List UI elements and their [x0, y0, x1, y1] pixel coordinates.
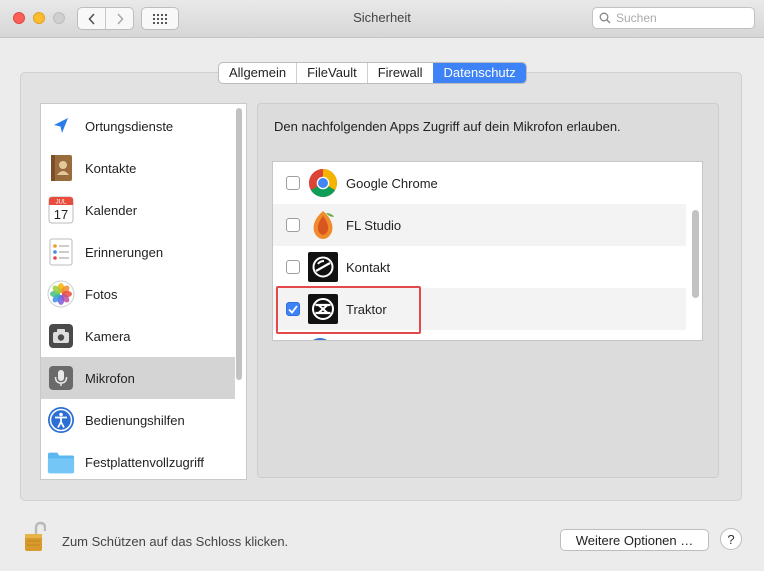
- sidebar-item-kontakte[interactable]: Kontakte: [41, 147, 235, 189]
- list-item[interactable]: [273, 330, 686, 340]
- sidebar-item-kamera[interactable]: Kamera: [41, 315, 235, 357]
- camera-icon: [47, 322, 75, 350]
- svg-text:17: 17: [54, 207, 68, 222]
- sidebar-item-bedienungshilfen[interactable]: Bedienungshilfen: [41, 399, 235, 441]
- sidebar-item-label: Erinnerungen: [85, 244, 164, 260]
- tab-filevault[interactable]: FileVault: [296, 63, 367, 83]
- checkmark-icon: [288, 304, 298, 314]
- sidebar-item-fotos[interactable]: Fotos: [41, 273, 235, 315]
- app-row-google-chrome[interactable]: Google Chrome: [273, 162, 686, 204]
- app-label: Kontakt: [346, 259, 391, 275]
- sidebar-item-festplattenvollzugriff[interactable]: Festplattenvollzugriff: [41, 441, 235, 479]
- calendar-icon: JUL 17: [47, 196, 75, 224]
- sidebar-item-label: Ortungsdienste: [85, 118, 174, 134]
- chrome-checkbox[interactable]: [286, 176, 300, 190]
- sidebar-item-ortungsdienste[interactable]: Ortungsdienste: [41, 105, 235, 147]
- app-permission-list: Google Chrome FL Studio Kontakt Traktor: [272, 161, 703, 341]
- fl-studio-checkbox[interactable]: [286, 218, 300, 232]
- sidebar-item-label: Kalender: [85, 202, 138, 218]
- sidebar-item-label: Bedienungshilfen: [85, 412, 185, 428]
- microphone-icon: [47, 364, 75, 392]
- app-label: FL Studio: [346, 217, 402, 233]
- accessibility-icon: [47, 406, 75, 434]
- app-row-fl-studio[interactable]: FL Studio: [273, 204, 686, 246]
- location-icon: [47, 112, 75, 140]
- sidebar-item-mikrofon[interactable]: Mikrofon: [41, 357, 235, 399]
- lock-icon[interactable]: [24, 521, 47, 553]
- tab-bar: Allgemein FileVault Firewall Datenschutz: [218, 62, 527, 84]
- kontakt-icon: [307, 251, 339, 283]
- sidebar-item-label: Mikrofon: [85, 370, 135, 386]
- app-label: Google Chrome: [346, 175, 438, 191]
- sidebar-item-kalender[interactable]: JUL 17 Kalender: [41, 189, 235, 231]
- search-placeholder: Suchen: [616, 11, 657, 25]
- svg-text:JUL: JUL: [56, 200, 67, 206]
- traktor-checkbox[interactable]: [286, 302, 300, 316]
- reminders-icon: [47, 238, 75, 266]
- kontakt-checkbox[interactable]: [286, 260, 300, 274]
- sidebar-item-label: Fotos: [85, 286, 118, 302]
- folder-icon: [47, 448, 75, 476]
- traktor-icon: [307, 293, 339, 325]
- sidebar-item-label: Kontakte: [85, 160, 137, 176]
- privacy-category-list: Ortungsdienste Kontakte JUL 17 Kalender E…: [40, 103, 247, 480]
- contacts-icon: [47, 154, 75, 182]
- app-list-scrollbar[interactable]: [692, 210, 699, 298]
- lock-hint-text: Zum Schützen auf das Schloss klicken.: [62, 534, 289, 549]
- search-icon: [599, 12, 611, 24]
- title-bar: Sicherheit Suchen: [0, 0, 764, 38]
- sidebar-scrollbar[interactable]: [236, 108, 242, 380]
- app-label: Traktor: [346, 301, 387, 317]
- sidebar-item-label: Festplattenvollzugriff: [85, 454, 204, 470]
- sidebar-item-label: Kamera: [85, 328, 131, 344]
- app-row-kontakt[interactable]: Kontakt: [273, 246, 686, 288]
- more-options-button[interactable]: Weitere Optionen …: [560, 529, 709, 551]
- tab-firewall[interactable]: Firewall: [366, 63, 433, 83]
- fl-studio-icon: [307, 209, 339, 241]
- search-input[interactable]: Suchen: [592, 7, 755, 29]
- photos-icon: [47, 280, 75, 308]
- help-button[interactable]: ?: [720, 528, 742, 550]
- app-icon-partial: [307, 338, 333, 340]
- app-row-traktor[interactable]: Traktor: [273, 288, 686, 330]
- permission-description: Den nachfolgenden Apps Zugriff auf dein …: [274, 119, 621, 134]
- chrome-icon: [307, 167, 339, 199]
- tab-datenschutz[interactable]: Datenschutz: [432, 63, 526, 83]
- tab-allgemein[interactable]: Allgemein: [219, 63, 296, 83]
- sidebar-item-erinnerungen[interactable]: Erinnerungen: [41, 231, 235, 273]
